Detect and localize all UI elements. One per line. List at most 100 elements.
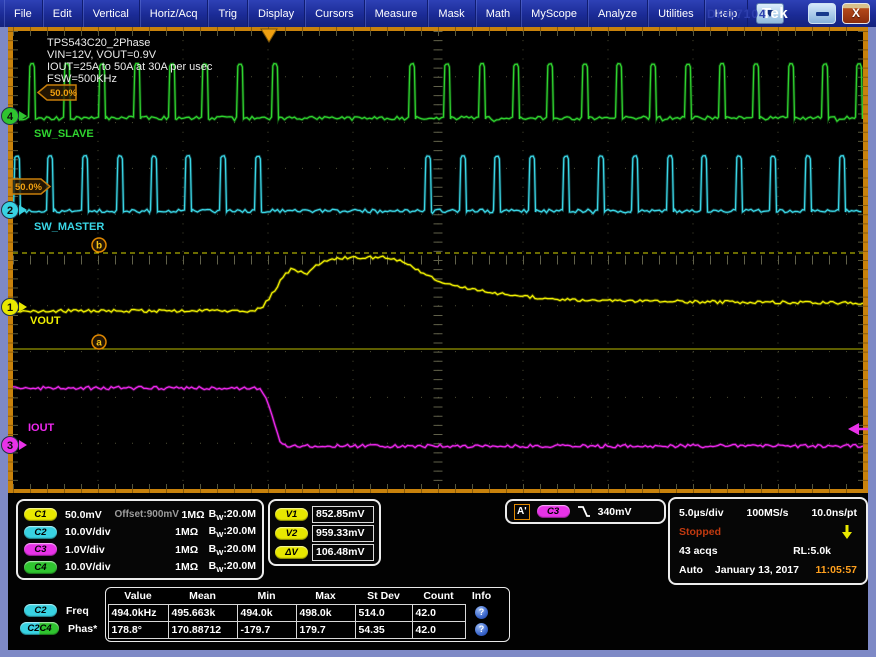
table-row-freq: 494.0kHz 495.663k 494.0k 498.0k 514.0 42… [108, 604, 507, 621]
time-value: 11:05:57 [816, 564, 857, 576]
phase-max: 179.7 [296, 621, 356, 639]
acquisition-count: 43 acqs [679, 545, 718, 557]
menu-bar: FileEditVerticalHoriz/AcqTrigDisplayCurs… [0, 0, 876, 27]
cursor-v1-value: 852.85mV [312, 506, 374, 523]
acquisition-panel: 5.0µs/div 100MS/s 10.0ns/pt Stopped 43 a… [668, 497, 868, 585]
oscilloscope-application: { "window": { "ghost_title": "DPO7104", … [0, 0, 876, 657]
menu-item-horiz-acq[interactable]: Horiz/Acq [140, 0, 209, 27]
col-header-max: Max [296, 589, 355, 604]
c1-bandwidth: BW:20.0M [209, 508, 256, 522]
cursor-a-handle[interactable]: a [92, 335, 106, 349]
minimize-icon [816, 12, 829, 16]
close-button[interactable]: X [842, 3, 870, 24]
svg-text:50.0%: 50.0% [50, 88, 77, 99]
menu-item-edit[interactable]: Edit [43, 0, 83, 27]
resolution-value: 10.0ns/pt [811, 507, 857, 519]
phase-min: -179.7 [237, 621, 297, 639]
cursor-dv-row: ΔV 106.48mV [275, 543, 374, 562]
acq-state-row: Stopped [679, 522, 857, 541]
measurements-header-row: Value Mean Min Max St Dev Count Info [108, 589, 507, 604]
c4-bandwidth: BW:20.0M [209, 560, 256, 574]
c2-impedance: 1MΩ [175, 526, 208, 538]
badge-c4[interactable]: C4 [24, 561, 57, 574]
measurement-row-label-phase: C2C4 Phas* [20, 622, 97, 635]
annotation-line-2: VIN=12V, VOUT=0.9V [47, 49, 157, 61]
annotation-line-3: IOUT=25A to 50A at 30A per usec [47, 61, 213, 73]
svg-text:b: b [96, 241, 102, 252]
ref-level-tag-1[interactable]: 50.0% [38, 85, 77, 100]
menu-item-file[interactable]: File [4, 0, 43, 27]
info-icon[interactable]: ? [475, 623, 488, 636]
info-icon[interactable]: ? [475, 606, 488, 619]
badge-c2[interactable]: C2 [24, 526, 57, 539]
c4-scale: 10.0V/div [57, 561, 126, 573]
tek-logo: Tek [762, 5, 788, 22]
measurement-row-label-freq: C2 Freq [24, 604, 89, 617]
menu-item-mask[interactable]: Mask [428, 0, 475, 27]
record-length: RL:5.0k [793, 545, 831, 557]
date-value: January 13, 2017 [715, 564, 799, 576]
channel-settings-panel: C1 50.0mV Offset:900mV 1MΩ BW:20.0M C2 1… [16, 499, 264, 580]
trigger-mode-value: Auto [679, 564, 703, 576]
phase-count: 42.0 [412, 621, 466, 639]
timebase-value: 5.0µs/div [679, 507, 724, 519]
scope-display[interactable]: SW_SLAVESW_MASTERVOUTIOUTba421350.0%50.0… [0, 27, 876, 493]
c1-offset: Offset:900mV [114, 509, 181, 520]
label-vout: VOUT [30, 315, 61, 327]
cursor-v2-row: V2 959.33mV [275, 524, 374, 543]
c1-scale: 50.0mV [57, 509, 114, 521]
menu-item-utilities[interactable]: Utilities [648, 0, 704, 27]
badge-dv: ΔV [275, 546, 308, 559]
svg-text:50.0%: 50.0% [15, 182, 42, 193]
badge-trigger-source: C3 [537, 505, 570, 518]
phase-stdev: 54.35 [355, 621, 413, 639]
menu-item-display[interactable]: Display [248, 0, 305, 27]
readout-area: C1 50.0mV Offset:900mV 1MΩ BW:20.0M C2 1… [8, 493, 868, 650]
badge-v1: V1 [275, 508, 308, 521]
badge-v2: V2 [275, 527, 308, 540]
freq-mean: 495.663k [168, 604, 238, 622]
cursor-v1-row: V1 852.85mV [275, 505, 374, 524]
ref-level-tag-2[interactable]: 50.0% [12, 179, 50, 194]
falling-edge-icon [577, 504, 591, 519]
cursor-dv-value: 106.48mV [312, 544, 374, 561]
label-sw_slave: SW_SLAVE [34, 128, 94, 140]
menu-item-analyze[interactable]: Analyze [588, 0, 648, 27]
measurements-grid: Value Mean Min Max St Dev Count Info 494… [105, 587, 510, 642]
freq-max: 498.0k [296, 604, 356, 622]
channel-row-c3: C3 1.0V/div 1MΩ BW:20.0M [24, 541, 256, 559]
annotation-line-4: FSW=500KHz [47, 73, 117, 85]
channel-row-c4: C4 10.0V/div 1MΩ BW:20.0M [24, 559, 256, 577]
menu-item-myscope[interactable]: MyScope [521, 0, 588, 27]
c3-bandwidth: BW:20.0M [209, 543, 256, 557]
menu-item-cursors[interactable]: Cursors [305, 0, 365, 27]
label-sw_master: SW_MASTER [34, 221, 104, 233]
badge-meas-c2: C2 [24, 604, 57, 617]
freq-min: 494.0k [237, 604, 297, 622]
cursor-b-handle[interactable]: b [92, 238, 106, 252]
menu-item-math[interactable]: Math [476, 0, 521, 27]
minimize-button[interactable] [808, 3, 836, 24]
menu-item-trig[interactable]: Trig [208, 0, 248, 27]
trigger-mode-label: A' [514, 504, 530, 520]
col-header-count: Count [412, 589, 465, 604]
menu-items: FileEditVerticalHoriz/AcqTrigDisplayCurs… [4, 0, 748, 27]
col-header-info: Info [465, 589, 498, 604]
badge-c3[interactable]: C3 [24, 543, 57, 556]
trigger-indicator-icon [841, 524, 853, 540]
c2-bandwidth: BW:20.0M [209, 525, 256, 539]
c3-impedance: 1MΩ [175, 544, 208, 556]
label-iout: IOUT [28, 422, 55, 434]
measurement-name-freq: Freq [66, 605, 89, 617]
c3-scale: 1.0V/div [57, 544, 126, 556]
col-header-mean: Mean [168, 589, 237, 604]
menu-item-vertical[interactable]: Vertical [83, 0, 140, 27]
timebase-row: 5.0µs/div 100MS/s 10.0ns/pt [679, 503, 857, 522]
freq-stdev: 514.0 [355, 604, 413, 622]
measurements-table: C2 Freq C2C4 Phas* Value Mean Min Max St… [20, 587, 520, 649]
instrument-model-label: DPO7104 [707, 7, 767, 21]
badge-c1[interactable]: C1 [24, 508, 57, 521]
menu-item-measure[interactable]: Measure [365, 0, 429, 27]
phase-mean: 170.88712 [168, 621, 238, 639]
sample-rate-value: 100MS/s [747, 507, 789, 519]
